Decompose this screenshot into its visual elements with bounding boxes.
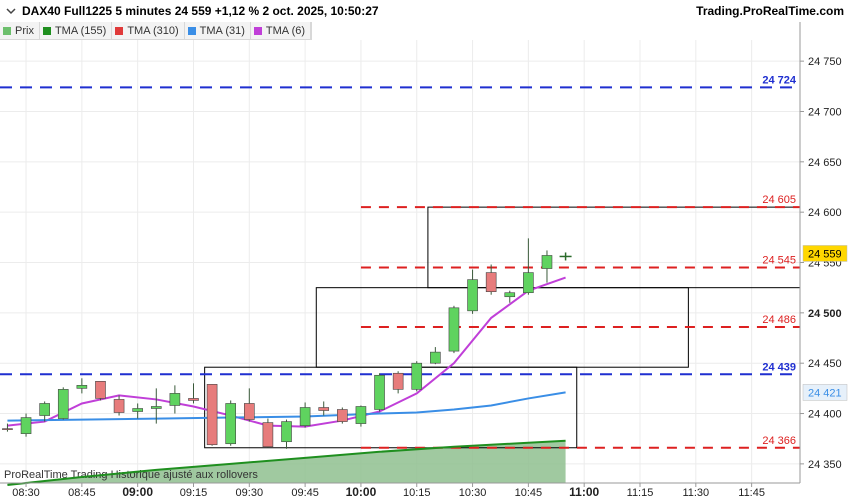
candle-body	[299, 407, 311, 426]
legend-label: TMA (6)	[265, 24, 306, 37]
candle-body	[132, 408, 143, 412]
x-tick-label: 11:45	[738, 487, 765, 499]
y-tick-label: 24 700	[808, 106, 842, 118]
legend-swatch	[3, 26, 11, 35]
x-tick-label: 09:45	[291, 487, 319, 499]
candle-body	[225, 403, 236, 445]
y-tick-label: 24 450	[808, 358, 842, 370]
level-label: 24 545	[762, 255, 796, 267]
candle-body	[39, 403, 50, 416]
legend-item-prix[interactable]: Prix	[0, 22, 40, 39]
x-tick-label: 10:15	[403, 487, 431, 499]
footer-note: ProRealTime Trading Historique ajusté au…	[4, 469, 258, 481]
y-tick-label: 24 750	[808, 56, 842, 68]
x-tick-label: 08:30	[12, 487, 40, 499]
candle-body	[281, 421, 292, 443]
y-tick-label: 24 350	[808, 459, 842, 471]
candle-body	[523, 272, 534, 294]
price-badge-label: 24 421	[808, 387, 842, 399]
candle-body	[467, 279, 478, 312]
level-label: 24 724	[762, 74, 797, 86]
x-tick-label: 09:30	[236, 487, 264, 499]
candle-body	[169, 393, 181, 406]
chart-header: DAX40 Full1225 5 minutes 24 559 +1,12 % …	[0, 0, 850, 22]
site-label: Trading.ProRealTime.com	[696, 4, 844, 18]
candle-body	[337, 409, 348, 422]
legend-swatch	[42, 26, 51, 35]
legend-item-tma-155[interactable]: TMA (155)	[40, 22, 113, 39]
indicator-legend: Prix TMA (155) TMA (310) TMA (31) TMA (6…	[0, 22, 313, 40]
candle-body	[504, 292, 516, 298]
candle-body	[57, 389, 69, 419]
candle-body	[485, 272, 497, 293]
x-tick-label: 11:30	[682, 487, 709, 499]
candle-body	[355, 406, 367, 424]
candle-body	[20, 417, 32, 434]
level-label: 24 439	[762, 361, 796, 373]
legend-item-tma-310[interactable]: TMA (310)	[112, 22, 185, 39]
legend-label: TMA (310)	[127, 24, 179, 37]
plot-area	[0, 40, 800, 483]
candle-body	[318, 407, 330, 411]
candle-body	[392, 372, 404, 390]
level-label: 24 366	[762, 435, 796, 447]
candle-body	[541, 255, 553, 269]
y-tick-label: 24 500	[808, 308, 842, 320]
candle-body	[244, 403, 255, 420]
y-tick-label: 24 600	[808, 207, 842, 219]
level-label: 24 605	[762, 194, 796, 206]
x-tick-label: 10:30	[459, 487, 487, 499]
candle-body	[76, 385, 88, 389]
candle-body	[262, 422, 274, 448]
candle-body	[113, 399, 125, 413]
candle-body	[2, 428, 13, 430]
y-tick-label: 24 400	[808, 409, 842, 421]
candle-body	[206, 384, 218, 446]
legend-label: TMA (155)	[54, 24, 107, 37]
legend-item-tma-31[interactable]: TMA (31)	[185, 22, 251, 39]
candle-body	[150, 406, 162, 409]
x-tick-label: 11:15	[627, 487, 654, 499]
legend-label: TMA (31)	[199, 24, 245, 37]
x-tick-label: 11:00	[569, 485, 599, 499]
x-tick-label: 08:45	[68, 487, 96, 499]
chevron-down-icon[interactable]	[4, 4, 18, 18]
legend-swatch	[253, 26, 262, 35]
price-chart[interactable]: ProRealTime Trading Historique ajusté au…	[0, 0, 850, 500]
x-tick-label: 10:00	[346, 485, 377, 499]
candle-body	[374, 374, 385, 410]
level-label: 24 486	[762, 314, 796, 326]
y-tick-label: 24 650	[808, 157, 842, 169]
instrument-title: DAX40 Full1225 5 minutes 24 559 +1,12 % …	[22, 4, 379, 18]
x-tick-label: 09:00	[122, 485, 153, 499]
x-tick-label: 10:45	[515, 487, 543, 499]
legend-label: Prix	[15, 24, 34, 37]
chart-window: ProRealTime Trading Historique ajusté au…	[0, 0, 850, 500]
candle-body	[411, 362, 423, 390]
x-tick-label: 09:15	[180, 487, 208, 499]
price-badge-label: 24 559	[808, 248, 842, 260]
candle-body	[95, 381, 106, 399]
candle-body	[448, 307, 460, 352]
candle-body	[188, 398, 199, 401]
candle-body	[430, 351, 441, 364]
legend-item-tma-6[interactable]: TMA (6)	[251, 22, 312, 39]
legend-swatch	[187, 26, 196, 35]
legend-swatch	[115, 26, 124, 35]
